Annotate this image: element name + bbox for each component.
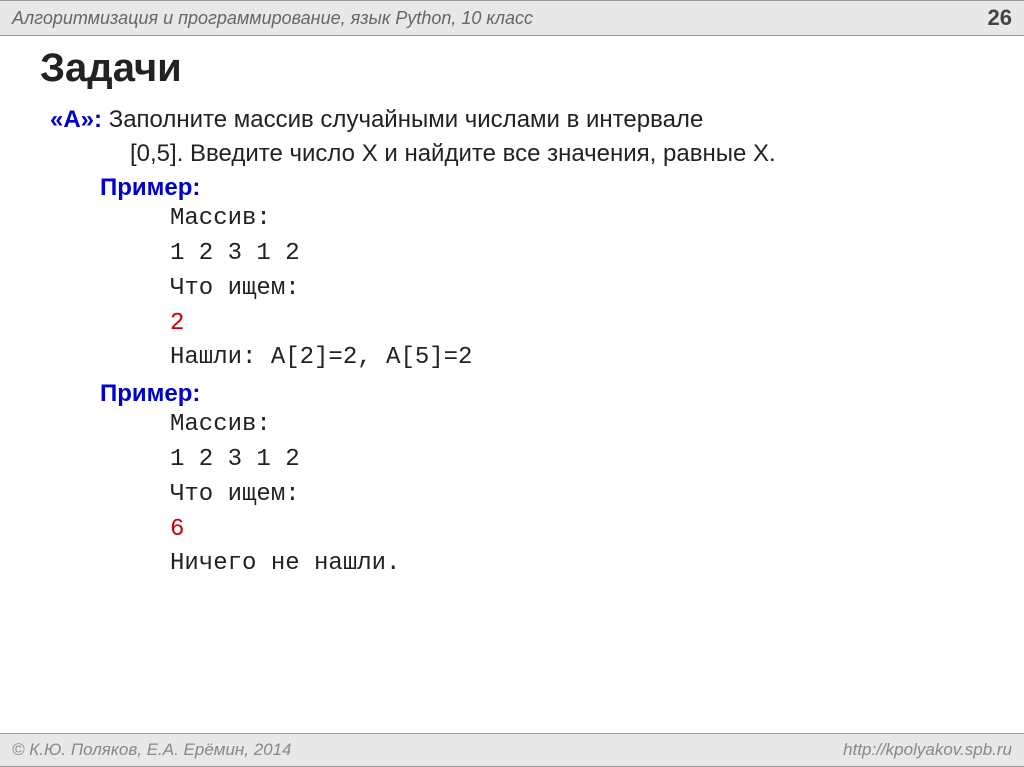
example1-line1: Массив: [40,202,984,237]
task-line-1: «A»: Заполните массив случайными числами… [40,103,984,137]
page-number: 26 [988,5,1012,31]
example1-line3: Что ищем: [40,272,984,307]
footer-copyright: © К.Ю. Поляков, Е.А. Ерёмин, 2014 [12,740,292,760]
example2-line4: 6 [40,513,984,548]
header-title: Алгоритмизация и программирование, язык … [12,8,533,29]
example2-label: Пример: [40,380,984,408]
example2-line3: Что ищем: [40,478,984,513]
example1-line5: Нашли: A[2]=2, A[5]=2 [40,341,984,376]
task-text-1: Заполните массив случайными числами в ин… [102,106,703,133]
task-label: «A»: [50,106,102,133]
slide-title: Задачи [40,46,984,91]
example1-line2: 1 2 3 1 2 [40,237,984,272]
example1-label: Пример: [40,174,984,202]
example2-line5: Ничего не нашли. [40,547,984,582]
footer-url: http://kpolyakov.spb.ru [843,740,1012,760]
example2-line2: 1 2 3 1 2 [40,443,984,478]
slide-content: Задачи «A»: Заполните массив случайными … [0,36,1024,592]
example2-line1: Массив: [40,408,984,443]
example1-line4: 2 [40,307,984,342]
footer-bar: © К.Ю. Поляков, Е.А. Ерёмин, 2014 http:/… [0,733,1024,767]
task-text-2: [0,5]. Введите число X и найдите все зна… [40,137,984,171]
header-bar: Алгоритмизация и программирование, язык … [0,0,1024,36]
